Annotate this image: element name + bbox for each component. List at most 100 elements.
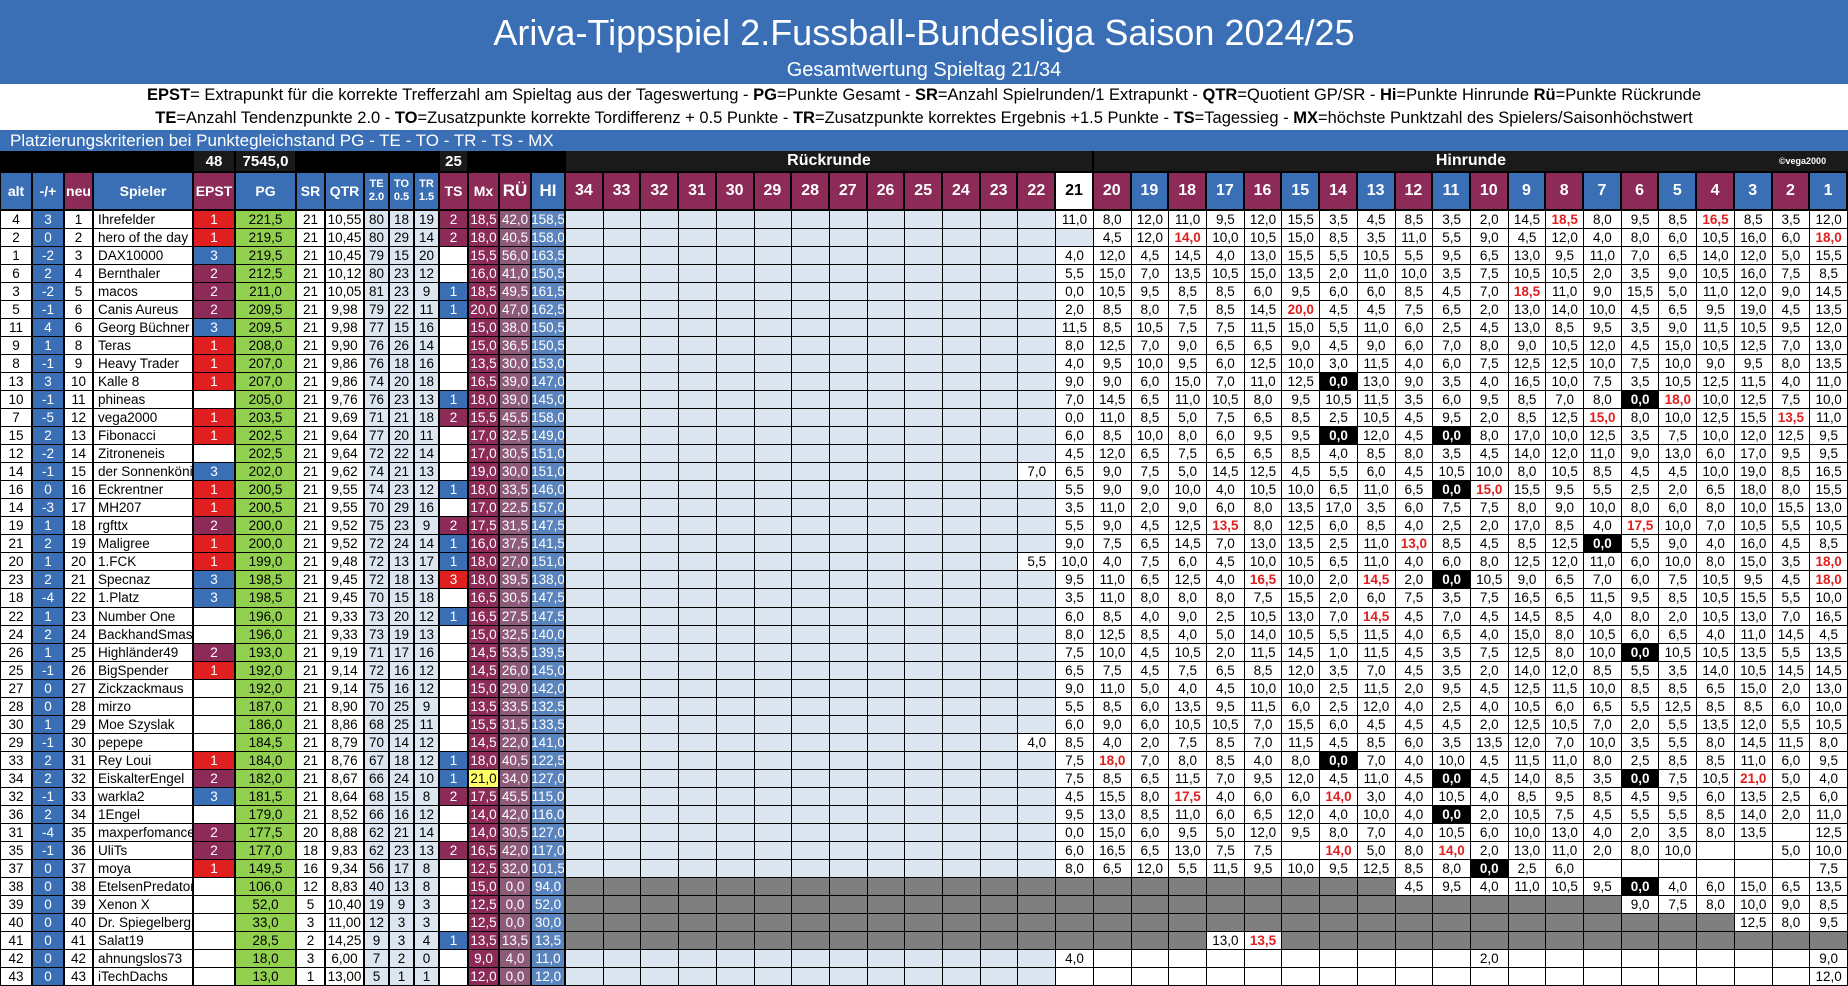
cell-tr: 9 — [415, 283, 438, 301]
matchday-cell: 0,0 — [1621, 643, 1659, 661]
matchday-cell — [1018, 679, 1056, 697]
cell-move: -3 — [33, 499, 63, 517]
cell-tr: 0 — [415, 949, 438, 967]
matchday-cell — [1131, 877, 1169, 895]
matchday-cell: 9,0 — [1169, 607, 1206, 625]
matchday-cell: 2,5 — [1207, 607, 1244, 625]
matchday-cell — [1018, 859, 1056, 877]
cell-hi: 138,0 — [532, 571, 564, 589]
matchday-cell — [1357, 877, 1395, 895]
matchday-cell — [943, 697, 980, 715]
matchday-cell: 8,0 — [1320, 823, 1357, 841]
matchday-cell: 9,5 — [1659, 787, 1697, 805]
matchday-cell — [566, 517, 603, 535]
matchday-cell — [1207, 913, 1244, 931]
matchday-cell — [641, 427, 679, 445]
cell-te: 74 — [365, 481, 388, 499]
matchday-cell — [603, 751, 641, 769]
matchday-cell: 6,0 — [1433, 355, 1470, 373]
matchday-cell: 11,0 — [1093, 589, 1131, 607]
matchday-cell: 4,5 — [1282, 463, 1320, 481]
cell-ts: 1 — [440, 553, 467, 571]
matchday-cell: 9,5 — [1584, 877, 1621, 895]
cell-ru: 47,0 — [500, 301, 530, 319]
matchday-cell — [980, 553, 1018, 571]
cell-ts: 3 — [440, 571, 467, 589]
matchday-cell: 15,5 — [1810, 481, 1847, 499]
matchday-cell — [905, 373, 943, 391]
matchday-cell — [1546, 967, 1584, 985]
legend-line-1: EPST= Extrapunkt für die korrekte Treffe… — [0, 84, 1848, 107]
matchday-cell — [905, 301, 943, 319]
cell-hi: 150,5 — [532, 265, 564, 283]
legend-line-2: TE=Anzahl Tendenzpunkte 2.0 - TO=Zusatzp… — [0, 107, 1848, 130]
cell-te: 68 — [365, 715, 388, 733]
cell-move: 1 — [33, 715, 63, 733]
cell-qtr: 9,69 — [326, 409, 363, 427]
matchday-cell — [1621, 967, 1659, 985]
matchday-cell: 12,5 — [1659, 697, 1697, 715]
matchday-cell: 9,0 — [1659, 535, 1697, 553]
matchday-cell: 5,0 — [1772, 247, 1810, 265]
matchday-cell: 9,0 — [1470, 229, 1508, 247]
matchday-cell: 5,0 — [1772, 841, 1810, 859]
matchday-cell — [1056, 229, 1093, 247]
matchday-cell: 8,5 — [1244, 661, 1282, 679]
matchday-cell: 7,5 — [1169, 661, 1206, 679]
cell-mx: 18,0 — [469, 229, 498, 247]
matchday-cell — [754, 733, 792, 751]
matchday-cell: 6,0 — [1810, 787, 1847, 805]
cell-to: 14 — [390, 733, 413, 751]
matchday-cell: 2,0 — [1584, 841, 1621, 859]
matchday-cell: 7,0 — [1207, 535, 1244, 553]
matchday-cell: 3,5 — [1395, 391, 1433, 409]
matchday-cell — [980, 841, 1018, 859]
matchday-cell — [754, 265, 792, 283]
matchday-cell — [1282, 877, 1320, 895]
matchday-cell: 10,5 — [1659, 373, 1697, 391]
cell-mx: 16,5 — [469, 589, 498, 607]
cell-hi: 157,0 — [532, 499, 564, 517]
matchday-cell: 10,5 — [1244, 229, 1282, 247]
cell-hi: 127,0 — [532, 769, 564, 787]
matchday-cell — [792, 427, 829, 445]
matchday-cell — [716, 463, 754, 481]
matchday-cell — [679, 751, 716, 769]
matchday-cell: 4,5 — [1621, 301, 1659, 319]
cell-sr: 16 — [297, 859, 324, 877]
cell-mx: 12,0 — [469, 967, 498, 985]
matchday-cell: 12,5 — [1734, 337, 1772, 355]
cell-mx: 15,5 — [469, 715, 498, 733]
matchday-cell — [679, 301, 716, 319]
cell-hi: 163,5 — [532, 247, 564, 265]
matchday-cell: 14,5 — [1169, 535, 1206, 553]
matchday-cell — [641, 571, 679, 589]
cell-pg: 184,0 — [236, 751, 295, 769]
matchday-cell — [603, 733, 641, 751]
matchday-cell — [716, 877, 754, 895]
matchday-cell — [1018, 445, 1056, 463]
matchday-cell — [1772, 949, 1810, 967]
matchday-cell — [716, 733, 754, 751]
matchday-cell: 8,5 — [1810, 895, 1847, 913]
cell-ru: 32,5 — [500, 427, 530, 445]
cell-sr: 21 — [297, 805, 324, 823]
header-to-label: TO — [393, 178, 410, 190]
cell-hi: 127,0 — [532, 823, 564, 841]
matchday-cell: 2,0 — [1621, 823, 1659, 841]
cell-pg: 193,0 — [236, 643, 295, 661]
matchday-cell — [679, 715, 716, 733]
matchday-cell — [943, 283, 980, 301]
matchday-cell — [603, 805, 641, 823]
cell-hi: 158,5 — [532, 211, 564, 229]
matchday-cell: 8,0 — [1697, 499, 1734, 517]
matchday-cell: 14,5 — [1810, 661, 1847, 679]
cell-qtr: 9,62 — [326, 463, 363, 481]
matchday-cell: 11,0 — [1357, 553, 1395, 571]
cell-neu: 43 — [65, 967, 92, 985]
cell-ts — [440, 247, 467, 265]
matchday-cell — [679, 679, 716, 697]
matchday-cell — [679, 283, 716, 301]
matchday-cell: 4,5 — [1056, 445, 1093, 463]
matchday-cell: 4,5 — [1508, 229, 1546, 247]
